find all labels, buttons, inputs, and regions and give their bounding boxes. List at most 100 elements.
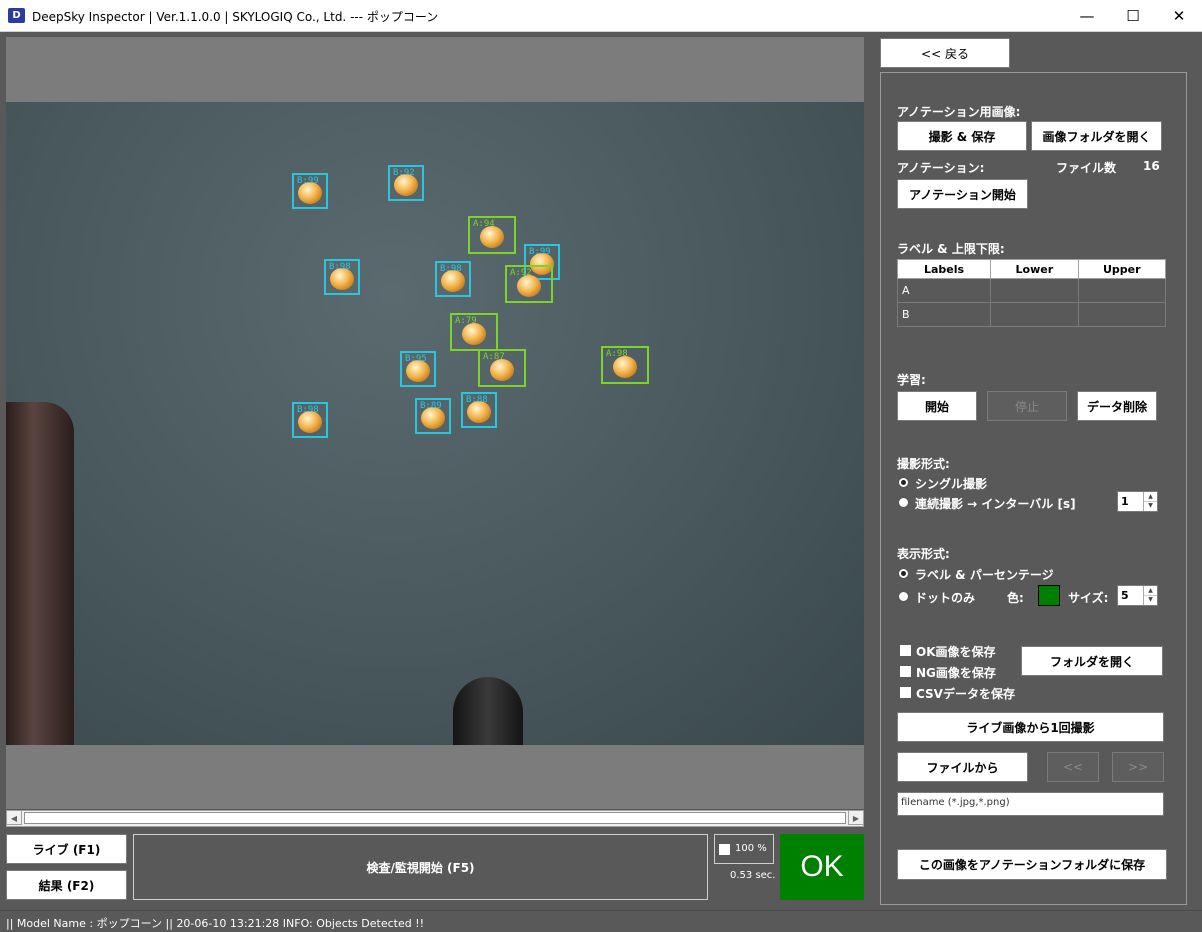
close-button[interactable]: ✕: [1156, 0, 1202, 32]
detection-label: B:98: [440, 264, 462, 274]
detection-box-b: B:92: [388, 165, 424, 201]
detection-box-b: B:98: [292, 402, 328, 438]
col-header-labels: Labels: [896, 259, 992, 279]
label-percentage-radio[interactable]: [898, 568, 909, 579]
continuous-capture-radio[interactable]: [898, 497, 909, 508]
save-ok-checkbox[interactable]: [900, 645, 911, 656]
scroll-thumb[interactable]: [24, 812, 846, 824]
detection-label: A:98: [606, 349, 628, 359]
save-to-annotation-button[interactable]: この画像をアノテーションフォルダに保存: [897, 849, 1167, 880]
window-title: DeepSky Inspector | Ver.1.1.0.0 | SKYLOG…: [32, 10, 439, 24]
detection-box-b: B:88: [461, 392, 497, 428]
detection-label: B:89: [420, 401, 442, 411]
next-file-button[interactable]: >>: [1112, 752, 1164, 782]
table-cell[interactable]: [1077, 302, 1167, 327]
display-mode-label: 表示形式:: [897, 547, 950, 561]
detection-box-a: A:94: [468, 216, 516, 254]
image-viewer[interactable]: B:99 B:92 A:94 B:99 B:98 B:98 A:92 A:79 B:95 A:87…: [6, 37, 864, 809]
popcorn-kernel: [490, 359, 514, 381]
popcorn-kernel: [480, 226, 504, 248]
prev-file-button[interactable]: <<: [1047, 752, 1099, 782]
save-csv-label: CSVデータを保存: [916, 687, 1015, 701]
size-stepper[interactable]: 5 ▲ ▼: [1117, 585, 1158, 606]
live-button[interactable]: ライブ (F1): [6, 834, 127, 864]
save-ng-label: NG画像を保存: [916, 666, 996, 680]
dots-only-label: ドットのみ: [915, 591, 976, 605]
scroll-right-icon[interactable]: ▶: [848, 810, 864, 825]
dots-only-radio[interactable]: [898, 591, 909, 602]
interval-value: 1: [1121, 495, 1129, 508]
dot-color-swatch[interactable]: [1038, 585, 1060, 606]
file-count-label: ファイル数: [1056, 161, 1117, 175]
result-button[interactable]: 結果 (F2): [6, 870, 127, 900]
labels-limits-label: ラベル & 上限下限:: [897, 242, 1005, 256]
table-cell: A: [896, 278, 992, 303]
minimize-button[interactable]: —: [1064, 0, 1110, 32]
continuous-capture-label: 連続撮影 → インターバル [s]: [915, 497, 1076, 511]
maximize-button[interactable]: ☐: [1110, 0, 1156, 32]
detection-box-a: A:92: [505, 265, 553, 303]
single-capture-radio[interactable]: [898, 477, 909, 488]
size-value: 5: [1121, 589, 1129, 602]
capture-once-button[interactable]: ライブ画像から1回撮影: [897, 712, 1164, 742]
open-folder-button[interactable]: フォルダを開く: [1021, 646, 1163, 676]
single-capture-label: シングル撮影: [915, 477, 988, 491]
detection-box-b: B:98: [435, 261, 471, 297]
zoom-checkbox[interactable]: [719, 844, 730, 855]
detection-label: B:95: [405, 354, 427, 364]
annotation-start-button[interactable]: アノテーション開始: [897, 179, 1028, 209]
pipe-left: [6, 402, 74, 745]
detection-label: A:79: [455, 316, 477, 326]
spin-down-icon[interactable]: ▼: [1143, 595, 1157, 605]
training-label: 学習:: [897, 373, 926, 387]
camera-image: B:99 B:92 A:94 B:99 B:98 B:98 A:92 A:79 B:95 A:87…: [6, 102, 864, 745]
annotation-label: アノテーション:: [897, 161, 985, 175]
labels-table[interactable]: Labels Lower Upper A B: [896, 259, 1167, 327]
save-csv-checkbox[interactable]: [900, 687, 911, 698]
table-cell[interactable]: [990, 302, 1079, 327]
detection-box-b: B:89: [415, 398, 451, 434]
detection-label: B:98: [297, 405, 319, 415]
col-header-upper: Upper: [1077, 259, 1167, 279]
elapsed-time: 0.53 sec.: [730, 870, 776, 881]
popcorn-kernel: [517, 275, 541, 297]
label-percentage-label: ラベル & パーセンテージ: [915, 568, 1054, 582]
detection-box-b: B:95: [400, 351, 436, 387]
detection-box-b: B:98: [324, 259, 360, 295]
file-count: 16: [1143, 159, 1160, 173]
scroll-left-icon[interactable]: ◀: [6, 810, 22, 825]
size-label: サイズ:: [1068, 591, 1109, 605]
detection-box-a: A:87: [478, 349, 526, 387]
detection-label: B:92: [393, 168, 415, 178]
from-file-button[interactable]: ファイルから: [897, 752, 1028, 782]
detection-label: B:98: [329, 262, 351, 272]
save-ng-checkbox[interactable]: [900, 666, 911, 677]
open-image-folder-button[interactable]: 画像フォルダを開く: [1031, 121, 1162, 151]
filename-input[interactable]: filename (*.jpg,*.png): [897, 792, 1164, 816]
delete-data-button[interactable]: データ削除: [1077, 391, 1157, 421]
title-bar: D DeepSky Inspector | Ver.1.1.0.0 | SKYL…: [0, 0, 1202, 32]
popcorn-kernel: [613, 356, 637, 378]
inspect-start-button[interactable]: 検査/監視開始 (F5): [133, 834, 708, 900]
popcorn-kernel: [462, 323, 486, 345]
color-label: 色:: [1007, 591, 1024, 605]
zoom-toggle[interactable]: 100 %: [714, 834, 774, 864]
detection-label: B:88: [466, 395, 488, 405]
table-cell[interactable]: [990, 278, 1079, 303]
table-row[interactable]: B: [896, 302, 1167, 327]
spin-down-icon[interactable]: ▼: [1143, 501, 1157, 511]
back-button[interactable]: << 戻る: [880, 38, 1010, 68]
table-cell[interactable]: [1077, 278, 1167, 303]
detection-label: B:99: [297, 176, 319, 186]
detection-label: A:87: [483, 352, 505, 362]
horizontal-scrollbar[interactable]: ◀ ▶: [6, 810, 864, 827]
train-stop-button[interactable]: 停止: [987, 391, 1067, 421]
capture-save-button[interactable]: 撮影 & 保存: [897, 121, 1027, 151]
detection-label: A:92: [510, 268, 532, 278]
detection-box-b: B:99: [292, 173, 328, 209]
col-header-lower: Lower: [990, 259, 1079, 279]
interval-stepper[interactable]: 1 ▲ ▼: [1117, 491, 1158, 512]
train-start-button[interactable]: 開始: [897, 391, 977, 421]
table-row[interactable]: A: [896, 278, 1167, 303]
status-bar: || Model Name : ポップコーン || 20-06-10 13:21…: [0, 910, 1202, 932]
